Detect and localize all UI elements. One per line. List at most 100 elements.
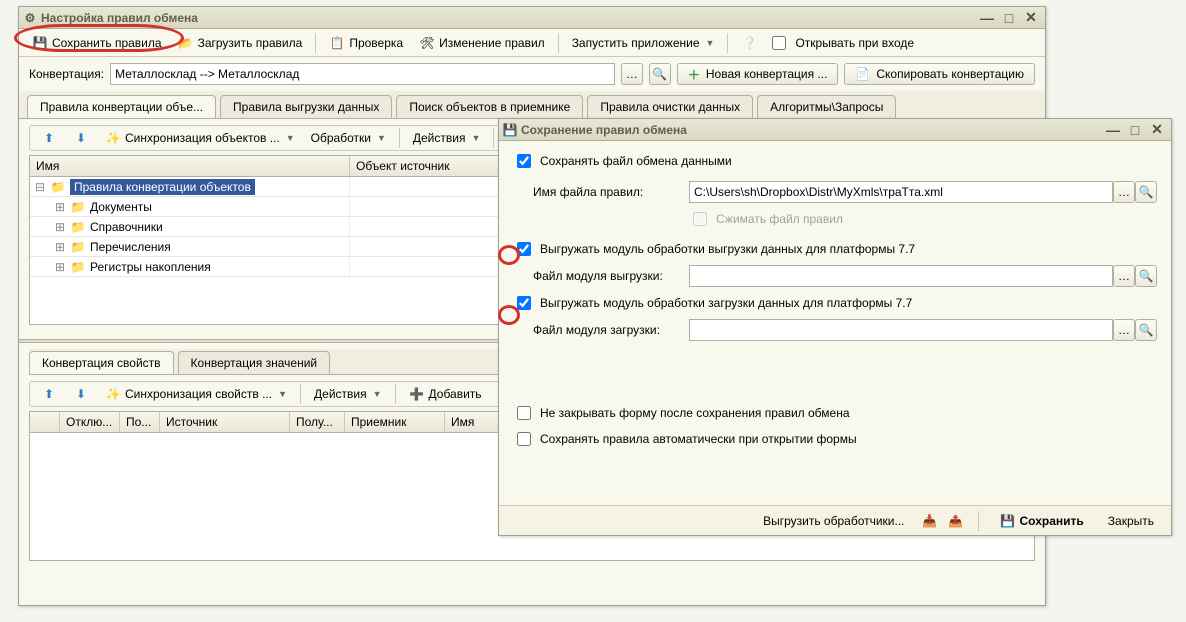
tab-algorithms[interactable]: Алгоритмы\Запросы [757, 95, 896, 118]
check-button[interactable]: 📋 Проверка [322, 32, 410, 54]
sync-props-button[interactable]: ✨ Синхронизация свойств ... ▼ [98, 383, 294, 405]
tree-row-label: Документы [90, 200, 152, 214]
conversion-select-button[interactable]: … [621, 63, 643, 85]
save-exchange-file-checkbox[interactable]: Сохранять файл обмена данными [513, 151, 732, 171]
load-rules-label: Загрузить правила [198, 36, 303, 50]
maximize-button[interactable]: □ [1125, 122, 1145, 138]
props-col[interactable] [30, 412, 60, 432]
nav-down-button[interactable]: ⬇ [66, 127, 96, 149]
minimize-button[interactable]: ― [977, 10, 997, 26]
rules-filename-browse[interactable]: … [1113, 181, 1135, 203]
export-download-module-checkbox[interactable]: Выгружать модуль обработки загрузки данн… [513, 293, 912, 313]
nav-up-button[interactable]: ⬆ [34, 383, 64, 405]
folder-icon: 📁 [70, 259, 86, 275]
export-upload-module-label: Выгружать модуль обработки выгрузки данн… [540, 242, 915, 256]
upload-module-search[interactable]: 🔍 [1135, 265, 1157, 287]
tab-cleanup-rules[interactable]: Правила очистки данных [587, 95, 753, 118]
expand-icon[interactable]: ⊞ [54, 220, 66, 234]
tab-export-rules[interactable]: Правила выгрузки данных [220, 95, 392, 118]
compress-input [693, 212, 707, 226]
tab-property-conversion[interactable]: Конвертация свойств [29, 351, 174, 374]
rules-filename-label: Имя файла правил: [513, 185, 689, 199]
app-icon: ⚙ [23, 11, 37, 25]
open-on-start-checkbox[interactable]: Открывать при входе [768, 33, 914, 53]
run-app-button[interactable]: Запустить приложение ▼ [565, 32, 722, 54]
conversion-search-button[interactable]: 🔍 [649, 63, 671, 85]
chevron-down-icon: ▼ [286, 133, 295, 143]
handler-icon[interactable]: 📤 [948, 513, 964, 529]
expand-icon[interactable]: ⊞ [54, 240, 66, 254]
props-col[interactable]: Приемник [345, 412, 445, 432]
add-prop-button[interactable]: ➕ Добавить [402, 383, 489, 405]
arrow-down-icon: ⬇ [73, 130, 89, 146]
tab-value-conversion[interactable]: Конвертация значений [178, 351, 331, 374]
main-tabs: Правила конвертации объе... Правила выгр… [19, 91, 1045, 119]
minimize-button[interactable]: ― [1103, 122, 1123, 138]
auto-save-checkbox[interactable]: Сохранять правила автоматически при откр… [513, 429, 1157, 449]
copy-conversion-label: Скопировать конвертацию [876, 67, 1024, 81]
rules-filename-search[interactable]: 🔍 [1135, 181, 1157, 203]
props-col[interactable]: По... [120, 412, 160, 432]
load-rules-button[interactable]: 📂 Загрузить правила [171, 32, 310, 54]
modify-rules-button[interactable]: 🛠 Изменение правил [412, 32, 552, 54]
download-module-search[interactable]: 🔍 [1135, 319, 1157, 341]
props-col[interactable]: Отклю... [60, 412, 120, 432]
save-exchange-file-input[interactable] [517, 154, 531, 168]
compress-checkbox[interactable]: Сжимать файл правил [689, 209, 843, 229]
nav-up-button[interactable]: ⬆ [34, 127, 64, 149]
new-conversion-button[interactable]: ＋ Новая конвертация ... [677, 63, 839, 85]
copy-conversion-button[interactable]: 📄 Скопировать конвертацию [844, 63, 1035, 85]
auto-save-input[interactable] [517, 432, 531, 446]
open-on-start-label: Открывать при входе [795, 36, 914, 50]
export-download-module-input[interactable] [517, 296, 531, 310]
check-icon: 📋 [329, 35, 345, 51]
maximize-button[interactable]: □ [999, 10, 1019, 26]
close-button[interactable]: ✕ [1147, 122, 1167, 138]
save-rules-button[interactable]: 💾 Сохранить правила [25, 32, 169, 54]
handler-icon[interactable]: 📥 [922, 513, 938, 529]
upload-module-field[interactable] [689, 265, 1113, 287]
expand-icon[interactable]: ⊞ [54, 200, 66, 214]
expand-icon[interactable]: ⊞ [54, 260, 66, 274]
download-module-field[interactable] [689, 319, 1113, 341]
open-on-start-input[interactable] [772, 36, 786, 50]
actions-label: Действия [314, 387, 367, 401]
add-prop-label: Добавить [429, 387, 482, 401]
save-button[interactable]: 💾 Сохранить [993, 510, 1091, 532]
actions-button[interactable]: Действия ▼ [406, 127, 488, 149]
help-button[interactable]: ❔ [734, 32, 764, 54]
props-col[interactable]: Источник [160, 412, 290, 432]
chevron-down-icon: ▼ [278, 389, 287, 399]
separator [300, 384, 301, 404]
tab-object-rules[interactable]: Правила конвертации объе... [27, 95, 216, 118]
dont-close-input[interactable] [517, 406, 531, 420]
export-upload-module-input[interactable] [517, 242, 531, 256]
separator [558, 33, 559, 53]
processing-button[interactable]: Обработки ▼ [304, 127, 393, 149]
separator [315, 33, 316, 53]
sync-props-label: Синхронизация свойств ... [125, 387, 272, 401]
collapse-icon[interactable]: ⊟ [34, 180, 46, 194]
nav-down-button[interactable]: ⬇ [66, 383, 96, 405]
save-icon: 💾 [32, 35, 48, 51]
dont-close-checkbox[interactable]: Не закрывать форму после сохранения прав… [513, 403, 1157, 423]
auto-save-label: Сохранять правила автоматически при откр… [540, 432, 857, 446]
sync-icon: ✨ [105, 386, 121, 402]
actions-button[interactable]: Действия ▼ [307, 383, 389, 405]
close-button[interactable]: ✕ [1021, 10, 1041, 26]
main-title: Настройка правил обмена [41, 11, 198, 25]
export-handlers-button[interactable]: Выгрузить обработчики... [756, 510, 911, 532]
tab-receiver-search[interactable]: Поиск объектов в приемнике [396, 95, 583, 118]
tree-col-name[interactable]: Имя [30, 156, 350, 176]
props-col[interactable]: Полу... [290, 412, 345, 432]
separator [978, 511, 979, 531]
conversion-label: Конвертация: [29, 67, 104, 81]
compress-label: Сжимать файл правил [716, 212, 843, 226]
conversion-field[interactable]: Металлосклад --> Металлосклад [110, 63, 615, 85]
export-upload-module-checkbox[interactable]: Выгружать модуль обработки выгрузки данн… [513, 239, 915, 259]
upload-module-browse[interactable]: … [1113, 265, 1135, 287]
download-module-browse[interactable]: … [1113, 319, 1135, 341]
rules-filename-field[interactable]: C:\Users\sh\Dropbox\Distr\MyXmls\траТта.… [689, 181, 1113, 203]
close-dialog-button[interactable]: Закрыть [1101, 510, 1161, 532]
sync-objects-button[interactable]: ✨ Синхронизация объектов ... ▼ [98, 127, 302, 149]
